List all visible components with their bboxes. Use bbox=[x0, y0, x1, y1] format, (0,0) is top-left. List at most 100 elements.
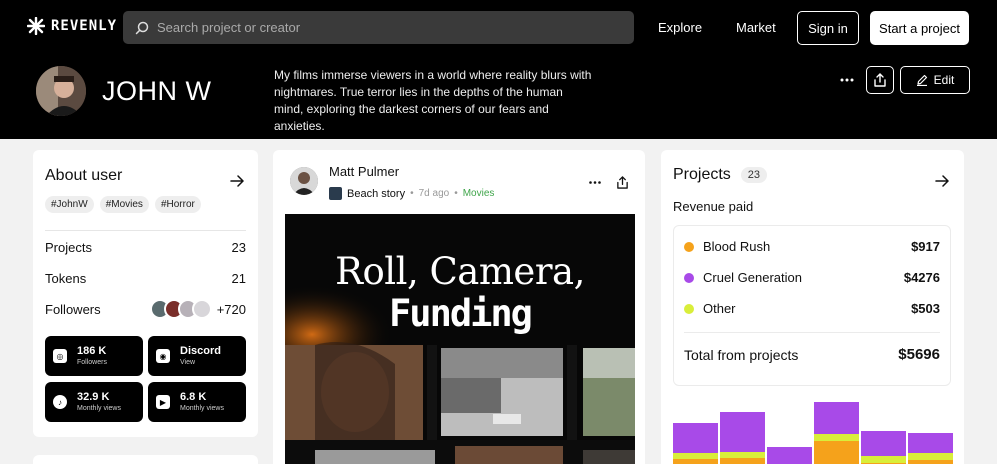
social-label: Monthly views bbox=[180, 405, 224, 412]
discord-link[interactable]: ◉ Discord View bbox=[148, 336, 246, 376]
bar-segment bbox=[814, 441, 859, 464]
bar-segment bbox=[861, 456, 906, 463]
legend-dot bbox=[684, 272, 694, 283]
stat-label: Projects bbox=[45, 240, 92, 255]
stat-tokens: Tokens 21 bbox=[45, 271, 246, 286]
bar-segment bbox=[720, 458, 765, 464]
profile-name: JOHN W bbox=[102, 76, 212, 106]
stat-value: 23 bbox=[231, 240, 246, 255]
pencil-icon bbox=[916, 74, 927, 86]
profile-bio: My films immerse viewers in a world wher… bbox=[274, 68, 592, 133]
stat-followers[interactable]: Followers +720 bbox=[45, 299, 246, 319]
about-title: About user bbox=[45, 167, 123, 184]
projects-header: Projects 23 bbox=[673, 166, 768, 184]
revenue-total: Total from projects $5696 bbox=[684, 346, 940, 363]
poster-title-line2: Funding bbox=[389, 292, 533, 335]
post-meta: Beach story • 7d ago • Movies bbox=[329, 187, 494, 200]
revenue-item-name: Cruel Generation bbox=[703, 270, 802, 285]
search-bar[interactable] bbox=[123, 11, 634, 44]
follower-avatars bbox=[149, 299, 212, 319]
project-link[interactable]: Beach story bbox=[347, 188, 405, 200]
revenue-row-blood-rush[interactable]: Blood Rush $917 bbox=[684, 239, 940, 254]
tag-johnw[interactable]: #JohnW bbox=[45, 196, 94, 213]
arrow-right-icon[interactable] bbox=[230, 175, 245, 187]
search-input[interactable] bbox=[157, 20, 617, 35]
edit-profile-button[interactable]: Edit bbox=[900, 66, 970, 94]
youtube-link[interactable]: ▶ 6.8 K Monthly views bbox=[148, 382, 246, 422]
brand-logo[interactable]: REVENLY bbox=[27, 17, 117, 35]
bar-segment bbox=[908, 460, 953, 464]
stat-value: +720 bbox=[216, 301, 246, 317]
total-value: $5696 bbox=[898, 346, 940, 363]
youtube-icon: ▶ bbox=[156, 395, 170, 409]
edit-label: Edit bbox=[933, 73, 955, 87]
post-more-button[interactable] bbox=[585, 174, 605, 190]
divider bbox=[45, 230, 246, 231]
legend-dot bbox=[684, 241, 694, 252]
social-label: Followers bbox=[77, 359, 107, 366]
divider bbox=[684, 332, 940, 333]
tiktok-link[interactable]: ♪ 32.9 K Monthly views bbox=[45, 382, 143, 422]
tiktok-icon: ♪ bbox=[53, 395, 67, 409]
nav-market[interactable]: Market bbox=[736, 20, 776, 35]
bar-segment bbox=[861, 431, 906, 456]
revenue-item-value: $4276 bbox=[903, 270, 940, 285]
social-value: Discord bbox=[180, 345, 221, 357]
profile-header: REVENLY Explore Market Sign in Start a p… bbox=[0, 0, 997, 139]
share-icon bbox=[616, 175, 628, 189]
revenue-row-other[interactable]: Other $503 bbox=[684, 301, 940, 316]
arrow-right-icon[interactable] bbox=[935, 175, 950, 187]
avatar bbox=[191, 299, 212, 319]
revenue-item-value: $503 bbox=[911, 301, 940, 316]
project-thumbnail bbox=[329, 187, 342, 200]
revenue-item-value: $917 bbox=[911, 239, 940, 254]
author-avatar[interactable] bbox=[290, 167, 318, 195]
bar-segment bbox=[767, 447, 812, 464]
more-options-button[interactable] bbox=[836, 68, 858, 92]
share-button[interactable] bbox=[866, 66, 894, 94]
social-value: 186 K bbox=[77, 345, 107, 357]
about-user-card: About user #JohnW #Movies #Horror Projec… bbox=[33, 150, 258, 437]
revenue-row-cruel-generation[interactable]: Cruel Generation $4276 bbox=[684, 270, 940, 285]
bar-segment bbox=[814, 434, 859, 441]
bar-segment bbox=[720, 452, 765, 458]
revenue-label: Revenue paid bbox=[673, 199, 754, 214]
post-category[interactable]: Movies bbox=[463, 188, 495, 199]
instagram-link[interactable]: ◎ 186 K Followers bbox=[45, 336, 143, 376]
more-horizontal-icon bbox=[840, 78, 854, 82]
post-time: 7d ago bbox=[418, 188, 450, 199]
post-author[interactable]: Matt Pulmer bbox=[329, 164, 399, 179]
tag-list: #JohnW #Movies #Horror bbox=[45, 196, 201, 213]
social-label: View bbox=[180, 359, 196, 366]
projects-card: Projects 23 Revenue paid Blood Rush $917… bbox=[661, 150, 964, 464]
secondary-card bbox=[33, 455, 258, 464]
bar-segment bbox=[814, 402, 859, 434]
total-label: Total from projects bbox=[684, 346, 799, 363]
revenue-breakdown: Blood Rush $917 Cruel Generation $4276 O… bbox=[673, 225, 951, 386]
social-label: Monthly views bbox=[77, 405, 121, 412]
bar-segment bbox=[720, 412, 765, 452]
brand-name: REVENLY bbox=[51, 18, 118, 34]
start-project-button[interactable]: Start a project bbox=[870, 11, 969, 45]
stat-label: Tokens bbox=[45, 271, 87, 286]
post-share-button[interactable] bbox=[612, 172, 632, 192]
bar-segment bbox=[673, 453, 718, 459]
revenue-item-name: Blood Rush bbox=[703, 239, 771, 254]
separator-dot: • bbox=[454, 188, 458, 199]
nav-explore[interactable]: Explore bbox=[658, 20, 702, 35]
tag-horror[interactable]: #Horror bbox=[154, 196, 201, 213]
post-poster-image[interactable]: Roll, Camera, Funding bbox=[285, 214, 635, 464]
poster-title-line1: Roll, Camera, bbox=[335, 250, 585, 293]
stat-value: 21 bbox=[231, 271, 246, 286]
projects-title: Projects bbox=[673, 166, 731, 183]
separator-dot: • bbox=[410, 188, 414, 199]
tag-movies[interactable]: #Movies bbox=[99, 196, 149, 213]
logo-icon bbox=[27, 17, 45, 35]
projects-count-badge: 23 bbox=[740, 167, 768, 183]
search-icon bbox=[135, 21, 149, 34]
instagram-icon: ◎ bbox=[53, 349, 67, 363]
social-value: 6.8 K bbox=[180, 391, 207, 403]
sign-in-button[interactable]: Sign in bbox=[797, 11, 859, 45]
legend-dot bbox=[684, 303, 694, 314]
social-value: 32.9 K bbox=[77, 391, 110, 403]
